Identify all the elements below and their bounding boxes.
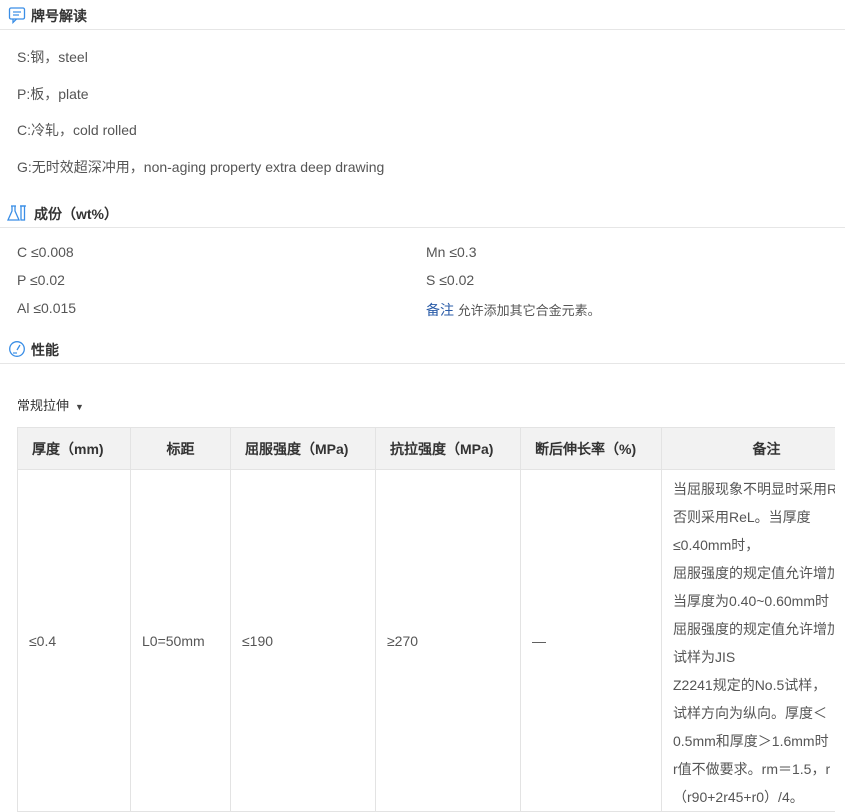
- remark-line: r值不做要求。rm＝1.5，r: [673, 761, 831, 777]
- composition-c: C ≤0.008: [17, 244, 74, 260]
- tensile-table: 厚度（mm) 标距 屈服强度（MPa) 抗拉强度（MPa) 断后伸长率（%) 备…: [17, 427, 835, 812]
- gauge-icon: [8, 340, 26, 358]
- composition-note: 备注 允许添加其它合金元素。: [426, 300, 601, 320]
- remark-line: 否则采用ReL。当厚度: [673, 509, 811, 525]
- designation-section-header: 牌号解读: [0, 0, 845, 30]
- cell-yield-strength: ≤190: [230, 469, 376, 812]
- cell-thickness: ≤0.4: [17, 469, 131, 812]
- header-gauge-length: 标距: [130, 427, 231, 470]
- remark-line: 试样方向为纵向。厚度＜: [673, 705, 827, 721]
- composition-title: 成份（wt%）: [34, 206, 118, 222]
- tensile-table-container[interactable]: 厚度（mm) 标距 屈服强度（MPa) 抗拉强度（MPa) 断后伸长率（%) 备…: [17, 427, 835, 812]
- designation-title: 牌号解读: [31, 8, 87, 24]
- designation-line-steel: S:钢，steel: [17, 49, 88, 65]
- table-header-row: 厚度（mm) 标距 屈服强度（MPa) 抗拉强度（MPa) 断后伸长率（%) 备…: [17, 427, 835, 470]
- remark-line: ≤0.40mm时，: [673, 537, 760, 553]
- cell-remarks: 当屈服现象不明显时采用R 否则采用ReL。当厚度 ≤0.40mm时， 屈服强度的…: [661, 469, 835, 812]
- remark-line: Z2241规定的No.5试样，: [673, 677, 827, 693]
- header-remarks: 备注: [661, 427, 835, 470]
- performance-title: 性能: [31, 342, 59, 358]
- remark-line: 0.5mm和厚度＞1.6mm时: [673, 733, 829, 749]
- flask-icon: [6, 204, 29, 222]
- composition-s: S ≤0.02: [426, 272, 475, 288]
- performance-section-header: 性能: [0, 334, 845, 364]
- test-type-dropdown[interactable]: 常规拉伸 ▼: [17, 395, 84, 414]
- remark-line: 当屈服现象不明显时采用R: [673, 481, 835, 497]
- header-yield-strength: 屈服强度（MPa): [230, 427, 376, 470]
- test-type-dropdown-label: 常规拉伸: [17, 398, 70, 413]
- composition-note-label: 备注: [426, 302, 454, 318]
- remark-line: 当厚度为0.40~0.60mm时: [673, 593, 829, 609]
- remark-line: 屈服强度的规定值允许增加: [673, 621, 835, 637]
- composition-section-header: 成份（wt%）: [0, 198, 845, 228]
- cell-gauge-length: L0=50mm: [130, 469, 231, 812]
- composition-al: Al ≤0.015: [17, 300, 77, 316]
- comment-icon: [8, 6, 26, 25]
- table-row: ≤0.4 L0=50mm ≤190 ≥270 — 当屈服现象不明显时采用R 否则…: [17, 469, 835, 812]
- designation-line-cold-rolled: C:冷轧，cold rolled: [17, 122, 137, 138]
- header-elongation: 断后伸长率（%): [520, 427, 662, 470]
- designation-line-plate: P:板，plate: [17, 86, 89, 102]
- composition-mn: Mn ≤0.3: [426, 244, 477, 260]
- composition-note-text: 允许添加其它合金元素。: [454, 303, 601, 318]
- cell-elongation: —: [520, 469, 662, 812]
- composition-p: P ≤0.02: [17, 272, 65, 288]
- remark-line: （r90+2r45+r0）/4。: [673, 789, 804, 805]
- remark-line: 屈服强度的规定值允许增加: [673, 565, 835, 581]
- header-thickness: 厚度（mm): [17, 427, 131, 470]
- designation-line-drawing: G:无时效超深冲用，non-aging property extra deep …: [17, 159, 385, 175]
- cell-tensile-strength: ≥270: [375, 469, 521, 812]
- caret-down-icon: ▼: [75, 402, 84, 412]
- remark-line: 试样为JIS: [673, 649, 736, 665]
- header-tensile-strength: 抗拉强度（MPa): [375, 427, 521, 470]
